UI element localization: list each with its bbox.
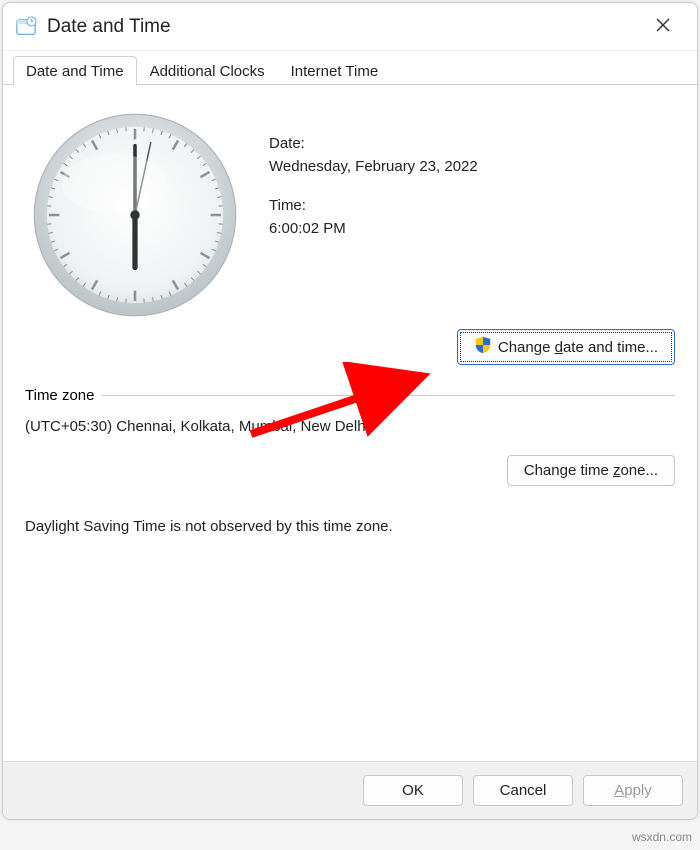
titlebar: Date and Time [3,3,697,51]
tab-strip: Date and Time Additional Clocks Internet… [3,51,697,85]
window-title: Date and Time [47,16,641,38]
group-divider [102,395,675,396]
group-label-text: Time zone [25,387,94,404]
close-button[interactable] [641,5,685,49]
watermark: wsxdn.com [632,830,692,844]
time-label: Time: [269,197,675,214]
tab-label: Date and Time [26,63,124,80]
change-timezone-button[interactable]: Change time zone... [507,455,675,486]
date-time-info: Date: Wednesday, February 23, 2022 Time:… [269,105,675,325]
button-label: Change time zone... [524,462,658,479]
change-date-time-button[interactable]: Change date and time... [457,329,675,365]
analog-clock-svg [30,110,240,320]
date-label: Date: [269,135,675,152]
dst-note: Daylight Saving Time is not observed by … [25,518,675,535]
button-label: Change date and time... [498,339,658,356]
dialog-footer: OK Cancel Apply [3,761,697,819]
tab-label: Internet Time [291,63,379,80]
clock-icon [15,16,37,38]
timezone-value: (UTC+05:30) Chennai, Kolkata, Mumbai, Ne… [25,418,675,435]
ok-button[interactable]: OK [363,775,463,806]
tab-content: Date: Wednesday, February 23, 2022 Time:… [3,85,697,545]
time-value: 6:00:02 PM [269,220,675,237]
tab-date-and-time[interactable]: Date and Time [13,56,137,85]
tab-internet-time[interactable]: Internet Time [278,56,392,85]
date-value: Wednesday, February 23, 2022 [269,158,675,175]
tab-additional-clocks[interactable]: Additional Clocks [137,56,278,85]
shield-icon [474,336,492,358]
tab-label: Additional Clocks [150,63,265,80]
timezone-group: Time zone (UTC+05:30) Chennai, Kolkata, … [25,387,675,486]
close-icon [656,16,670,37]
button-label: Apply [614,782,652,799]
button-label: OK [402,782,424,799]
analog-clock [25,105,245,325]
button-label: Cancel [500,782,547,799]
change-timezone-row: Change time zone... [25,455,675,486]
change-date-time-row: Change date and time... [25,329,675,365]
timezone-group-label: Time zone [25,387,675,404]
date-time-row: Date: Wednesday, February 23, 2022 Time:… [25,105,675,325]
date-time-dialog: Date and Time Date and Time Additional C… [2,2,698,820]
cancel-button[interactable]: Cancel [473,775,573,806]
apply-button[interactable]: Apply [583,775,683,806]
